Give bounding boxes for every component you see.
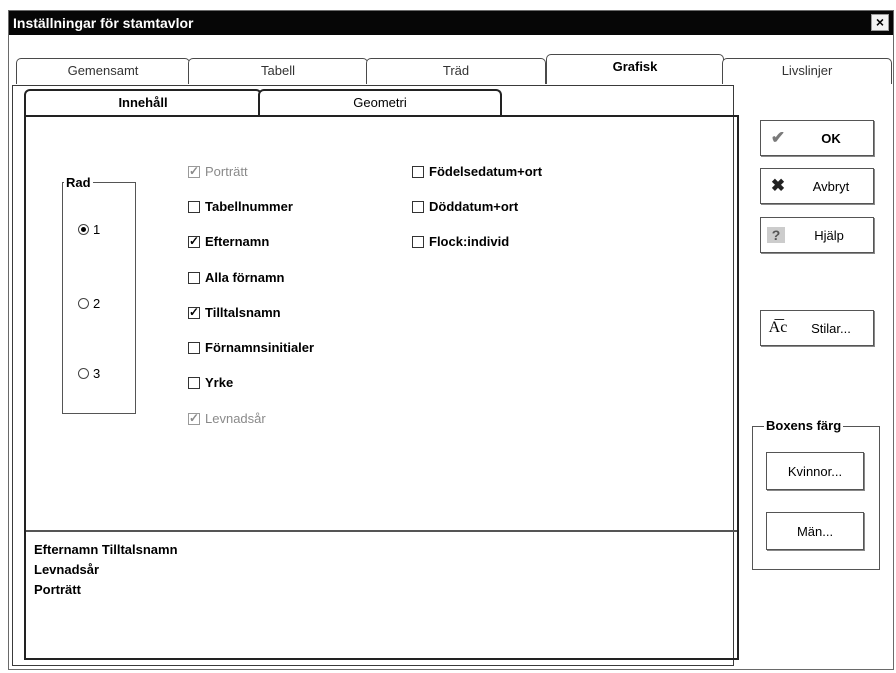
tab-gemensamt[interactable]: Gemensamt [16, 58, 190, 84]
checkbox-icon [188, 411, 200, 425]
women-label: Kvinnor... [787, 463, 843, 479]
help-button[interactable]: ? Hjälp [760, 217, 874, 253]
checkbox-icon [188, 341, 200, 354]
men-color-button[interactable]: Män... [766, 512, 864, 550]
checkbox-levnadsar[interactable]: Levnadsår [188, 411, 266, 426]
rad-group-label: Rad [64, 175, 93, 190]
tab-trad[interactable]: Träd [366, 58, 546, 84]
tab-tabell[interactable]: Tabell [188, 58, 368, 84]
checkbox-efternamn[interactable]: Efternamn [188, 234, 269, 249]
checkbox-flock-individ[interactable]: Flock:individ [412, 234, 509, 249]
radio-selected-icon [78, 224, 89, 235]
cancel-label: Avbryt [812, 178, 850, 194]
checkbox-portratt[interactable]: Porträtt [188, 164, 248, 179]
checkbox-label: Porträtt [205, 164, 248, 179]
checkbox-fornamnsinitialer[interactable]: Förnamnsinitialer [188, 340, 314, 355]
checkbox-label: Tilltalsnamn [205, 305, 281, 320]
subtab-innehall[interactable]: Innehåll [24, 89, 262, 117]
checkbox-icon [188, 271, 200, 284]
checkbox-label: Döddatum+ort [429, 199, 519, 214]
checkbox-doddatum-ort[interactable]: Döddatum+ort [412, 199, 518, 214]
subtab-geometri[interactable]: Geometri [258, 89, 502, 117]
checkbox-icon [188, 376, 200, 389]
help-label: Hjälp [814, 227, 844, 243]
tab-livslinjer[interactable]: Livslinjer [722, 58, 892, 84]
checkbox-label: Flock:individ [429, 234, 510, 249]
checkbox-icon [188, 200, 200, 213]
close-button[interactable]: × [871, 14, 889, 31]
checkmark-icon: ✔ [770, 128, 786, 147]
radio-icon [78, 368, 89, 379]
checkbox-label: Förnamnsinitialer [205, 340, 315, 355]
preview-line: Efternamn Tilltalsnamn [34, 542, 178, 557]
rad-option-2[interactable]: 2 [78, 296, 100, 311]
preview-line: Levnadsår [34, 562, 100, 577]
ok-button[interactable]: ✔ OK [760, 120, 874, 156]
checkbox-icon [412, 200, 424, 213]
styles-label: Stilar... [811, 320, 851, 336]
x-icon: ✖ [770, 176, 786, 195]
radio-icon [78, 298, 89, 309]
checkbox-icon [412, 235, 424, 248]
rad-option-label: 3 [93, 366, 101, 381]
rad-option-label: 2 [93, 296, 101, 311]
checkbox-icon [188, 164, 200, 178]
checkbox-label: Yrke [205, 375, 234, 390]
women-color-button[interactable]: Kvinnor... [766, 452, 864, 490]
checkbox-label: Tabellnummer [205, 199, 293, 214]
rad-option-1[interactable]: 1 [78, 222, 100, 237]
preview-divider [26, 530, 737, 532]
checkbox-label: Födelsedatum+ort [429, 164, 543, 179]
checkbox-alla-fornamn[interactable]: Alla förnamn [188, 270, 284, 285]
checkbox-icon [188, 305, 200, 319]
men-label: Män... [796, 523, 834, 539]
box-color-group-label: Boxens färg [764, 418, 844, 433]
checkbox-label: Efternamn [205, 234, 270, 249]
checkbox-tilltalsnamn[interactable]: Tilltalsnamn [188, 305, 281, 320]
styles-button[interactable]: A͞c Stilar... [760, 310, 874, 346]
tab-grafisk[interactable]: Grafisk [546, 54, 724, 84]
preview-line: Porträtt [34, 582, 81, 597]
checkbox-fodelsedatum-ort[interactable]: Födelsedatum+ort [412, 164, 542, 179]
checkbox-label: Levnadsår [205, 411, 266, 426]
checkbox-tabellnummer[interactable]: Tabellnummer [188, 199, 293, 214]
rad-option-label: 1 [93, 222, 101, 237]
help-icon: ? [767, 227, 785, 243]
cancel-button[interactable]: ✖ Avbryt [760, 168, 874, 204]
ok-label: OK [821, 130, 841, 146]
title-bar: Inställningar för stamtavlor × [9, 11, 893, 35]
checkbox-yrke[interactable]: Yrke [188, 375, 233, 390]
checkbox-icon [412, 165, 424, 178]
rad-option-3[interactable]: 3 [78, 366, 100, 381]
font-style-icon: A͞c [768, 319, 788, 336]
checkbox-label: Alla förnamn [205, 270, 285, 285]
checkbox-icon [188, 234, 200, 248]
window-title: Inställningar för stamtavlor [13, 15, 194, 31]
